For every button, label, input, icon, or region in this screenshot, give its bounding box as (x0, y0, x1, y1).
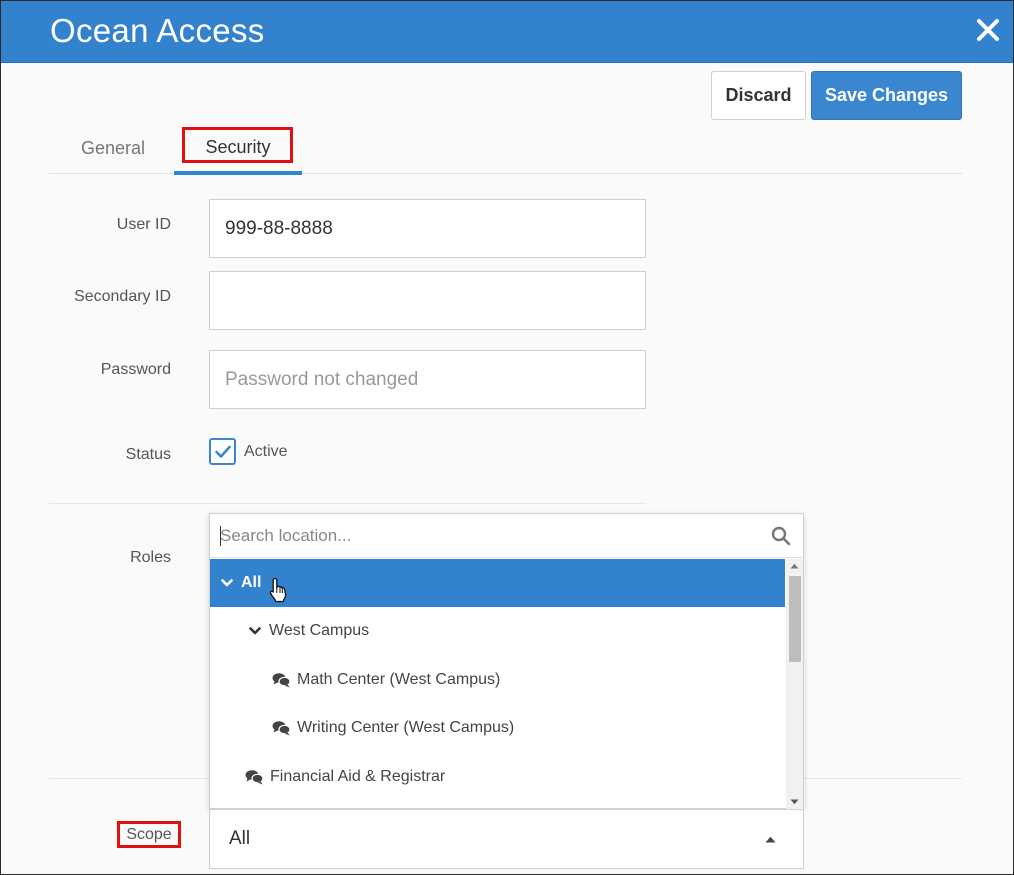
secondary-id-label: Secondary ID (74, 288, 171, 305)
scope-selected-value: All (229, 828, 251, 849)
location-dropdown-panel: All West Campus (209, 513, 804, 809)
active-tab-indicator (174, 171, 302, 175)
status-label: Status (125, 446, 171, 463)
checkmark-icon (214, 445, 231, 458)
tab-security[interactable]: Security (174, 124, 302, 175)
tab-general[interactable]: General (71, 124, 155, 173)
location-item-financial-aid[interactable]: Financial Aid & Registrar (210, 753, 785, 801)
location-item-math-center[interactable]: Math Center (West Campus) (210, 656, 785, 704)
comments-icon (245, 770, 264, 785)
tab-general-label: General (80, 138, 146, 158)
chevron-down-icon (221, 579, 233, 587)
discard-button[interactable]: Discard (711, 71, 806, 120)
text-caret (220, 526, 221, 546)
password-label: Password (100, 361, 171, 378)
user-id-field[interactable]: 999-88-8888 (209, 199, 646, 258)
scope-label: Scope (117, 821, 181, 848)
location-search-bar (210, 514, 803, 558)
scope-label-text: Scope (126, 825, 172, 843)
close-button[interactable] (971, 13, 1005, 47)
active-checkbox[interactable] (209, 438, 236, 465)
comments-icon (272, 673, 291, 688)
tab-bar: General Security (49, 124, 962, 175)
caret-up-icon (765, 836, 776, 843)
dialog-title: Ocean Access (50, 12, 265, 49)
scroll-up-arrow-icon (790, 563, 799, 569)
location-item-writing-center[interactable]: Writing Center (West Campus) (210, 704, 785, 752)
close-icon (977, 19, 999, 41)
location-item-label: Financial Aid & Registrar (270, 768, 446, 785)
search-icon (771, 526, 791, 546)
scroll-down-arrow-icon (790, 799, 799, 805)
password-field[interactable]: Password not changed (209, 350, 646, 409)
user-id-label: User ID (116, 216, 171, 233)
location-item-label: West Campus (269, 622, 370, 639)
location-list-scrollbar[interactable] (786, 559, 803, 809)
secondary-id-field[interactable] (209, 271, 646, 330)
location-search-input[interactable] (220, 525, 760, 546)
dialog-window: Ocean Access Discard Save Changes Genera… (0, 0, 1014, 875)
scope-select[interactable]: All (209, 809, 804, 869)
location-item-label: Math Center (West Campus) (297, 671, 501, 688)
comments-icon (272, 721, 291, 736)
location-list: All West Campus Math Center (West Campus… (210, 559, 785, 809)
section-divider (49, 503, 646, 504)
tab-security-label: Security (205, 137, 271, 157)
active-checkbox-label: Active (244, 443, 288, 460)
roles-label: Roles (130, 549, 171, 566)
hand-pointer-cursor-icon (270, 577, 287, 603)
scrollbar-thumb[interactable] (789, 576, 801, 662)
dialog-header: Ocean Access (1, 1, 1013, 63)
chevron-down-icon (249, 627, 261, 635)
location-item-label: All (241, 574, 262, 591)
location-item-all[interactable]: All (210, 559, 785, 607)
location-item-west-campus[interactable]: West Campus (210, 607, 785, 655)
save-changes-button[interactable]: Save Changes (811, 71, 962, 120)
location-item-label: Writing Center (West Campus) (297, 719, 515, 736)
